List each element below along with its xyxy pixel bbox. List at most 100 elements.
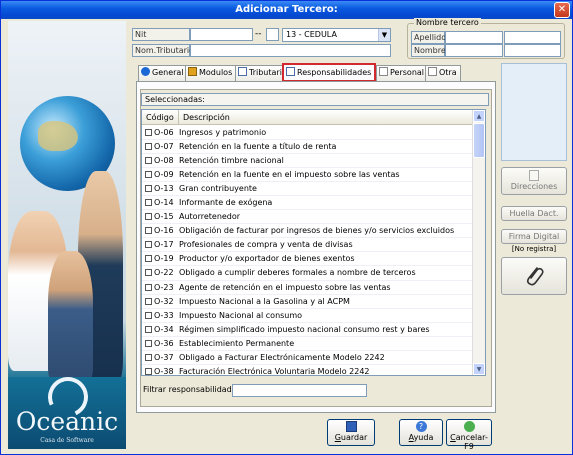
row-description: Obligado a cumplir deberes formales a no…	[179, 268, 416, 278]
list-item[interactable]: O-14 Informante de exógena	[142, 196, 473, 211]
list-item[interactable]: O-32 Impuesto Nacional a la Gasolina y al…	[142, 295, 473, 309]
row-code: O-23	[154, 282, 174, 292]
list-rows: O-06 Ingresos y patrimonio O-07 Retención …	[142, 126, 473, 375]
responsabilidades-list[interactable]: Código Descripción O-06 Ingresos y patrim…	[141, 109, 486, 376]
checkbox[interactable]	[145, 353, 152, 361]
list-header: Código Descripción	[142, 110, 473, 125]
checkbox[interactable]	[145, 157, 152, 165]
list-item[interactable]: O-23 Agente de retención en el impuesto s…	[142, 281, 473, 295]
row-description: Impuesto Nacional al consumo	[179, 310, 303, 320]
firma-digital-button[interactable]: Firma Digital	[501, 229, 567, 244]
list-item[interactable]: O-33 Impuesto Nacional al consumo	[142, 309, 473, 323]
checkbox[interactable]	[145, 213, 152, 221]
table-icon	[238, 67, 247, 76]
address-page-icon	[529, 170, 539, 181]
column-header-codigo[interactable]: Código	[146, 110, 174, 125]
list-item[interactable]: O-19 Productor y/o exportador de bienes e…	[142, 252, 473, 267]
segundo-apellido-input[interactable]	[504, 31, 561, 44]
checkbox[interactable]	[145, 269, 152, 277]
list-item[interactable]: O-36 Establecimiento Permanente	[142, 337, 473, 351]
doc-type-select[interactable]: 13 - CEDULA ▼	[282, 28, 391, 42]
checkbox[interactable]	[145, 311, 152, 319]
row-description: Régimen simplificado impuesto nacional c…	[179, 324, 430, 334]
row-code: O-33	[154, 310, 174, 320]
list-item[interactable]: O-07 Retención en la fuente a título de r…	[142, 140, 473, 155]
tab-otra[interactable]: Otra	[425, 65, 461, 81]
checkbox[interactable]	[145, 227, 152, 235]
checkbox[interactable]	[145, 325, 152, 333]
list-item[interactable]: O-34 Régimen simplificado impuesto nacion…	[142, 323, 473, 337]
list-item[interactable]: O-13 Gran contribuyente	[142, 182, 473, 197]
list-item[interactable]: O-22 Obligado a cumplir deberes formales …	[142, 266, 473, 281]
verification-digit-input[interactable]	[266, 28, 279, 41]
guardar-button[interactable]: Guardar	[327, 419, 375, 446]
primer-nombre-input[interactable]	[445, 44, 503, 57]
list-item[interactable]: O-09 Retención en la fuente en el impuest…	[142, 168, 473, 183]
row-code: O-14	[154, 198, 174, 208]
tab-general[interactable]: General	[138, 65, 188, 81]
add-third-party-window: Adicionar Tercero: ✕ Oceanic Casa de Sof…	[0, 0, 573, 455]
checkbox[interactable]	[145, 367, 152, 375]
row-code: O-34	[154, 324, 174, 334]
tab-responsabilidades[interactable]: Responsabilidades	[282, 63, 377, 82]
help-icon: ?	[415, 421, 427, 432]
checkbox[interactable]	[145, 199, 152, 207]
filter-label: Filtrar responsabilidades	[143, 385, 241, 394]
seleccionadas-label: Seleccionadas:	[141, 93, 489, 106]
nom-tributario-label: Nom.Tributario	[132, 44, 194, 57]
list-item[interactable]: O-37 Obligado a Facturar Electrónicamente…	[142, 351, 473, 365]
nit-input[interactable]	[190, 28, 253, 41]
checkbox[interactable]	[145, 297, 152, 305]
ayuda-button[interactable]: ? Ayuda	[399, 419, 443, 446]
info-icon	[141, 67, 150, 76]
row-code: O-09	[154, 170, 174, 180]
scroll-thumb[interactable]	[473, 123, 485, 158]
list-scrollbar[interactable]: ▲ ▼	[472, 110, 485, 375]
scroll-down-icon[interactable]: ▼	[473, 363, 485, 375]
list-item[interactable]: O-06 Ingresos y patrimonio	[142, 126, 473, 141]
chevron-down-icon[interactable]: ▼	[378, 29, 390, 41]
cancelar-button[interactable]: Cancelar-F9	[446, 419, 492, 451]
close-button[interactable]: ✕	[554, 2, 570, 18]
checkbox[interactable]	[145, 283, 152, 291]
row-description: Ingresos y patrimonio	[179, 128, 267, 137]
tab-personal[interactable]: Personal	[376, 65, 429, 81]
row-description: Obligado a Facturar Electrónicamente Mod…	[179, 352, 385, 362]
row-description: Productor y/o exportador de bienes exent…	[179, 254, 355, 264]
checkbox[interactable]	[145, 143, 152, 151]
filter-input[interactable]	[232, 384, 367, 397]
tab-modulos[interactable]: Modulos	[185, 65, 237, 81]
row-description: Profesionales de compra y venta de divis…	[179, 240, 353, 250]
checkbox[interactable]	[145, 129, 152, 136]
list-item[interactable]: O-08 Retención timbre nacional	[142, 154, 473, 169]
checkbox[interactable]	[145, 255, 152, 263]
checkbox[interactable]	[145, 171, 152, 179]
huella-button[interactable]: Huella Dact.	[501, 206, 567, 221]
list-item[interactable]: O-16 Obligación de facturar por ingresos …	[142, 224, 473, 239]
primer-apellido-input[interactable]	[445, 31, 503, 44]
paperclip-icon	[526, 267, 544, 286]
firma-status: [No registra]	[511, 245, 557, 253]
column-header-descripcion[interactable]: Descripción	[178, 110, 230, 125]
scroll-up-icon[interactable]: ▲	[473, 110, 485, 122]
photo-box[interactable]	[501, 63, 567, 161]
checkbox[interactable]	[145, 241, 152, 249]
brand-name: Oceanic	[15, 407, 119, 436]
list-item[interactable]: O-17 Profesionales de compra y venta de d…	[142, 238, 473, 253]
checkbox[interactable]	[145, 339, 152, 347]
segundo-nombre-input[interactable]	[504, 44, 561, 57]
checkbox[interactable]	[145, 185, 152, 193]
ayuda-label: Ayuda	[408, 433, 434, 442]
list-item[interactable]: O-15 Autorretenedor	[142, 210, 473, 225]
row-description: Establecimiento Permanente	[179, 338, 295, 348]
nom-tributario-input[interactable]	[190, 44, 391, 57]
row-code: O-22	[154, 268, 174, 278]
list-item[interactable]: O-38 Facturación Electrónica Voluntaria M…	[142, 365, 473, 375]
row-code: O-16	[154, 226, 174, 236]
row-description: Retención en la fuente a título de renta	[179, 142, 337, 152]
window-title: Adicionar Tercero:	[235, 4, 338, 15]
direcciones-button[interactable]: Direcciones	[501, 167, 567, 195]
row-code: O-19	[154, 254, 174, 264]
direcciones-label: Direcciones	[510, 182, 558, 191]
attach-button[interactable]	[501, 257, 567, 295]
